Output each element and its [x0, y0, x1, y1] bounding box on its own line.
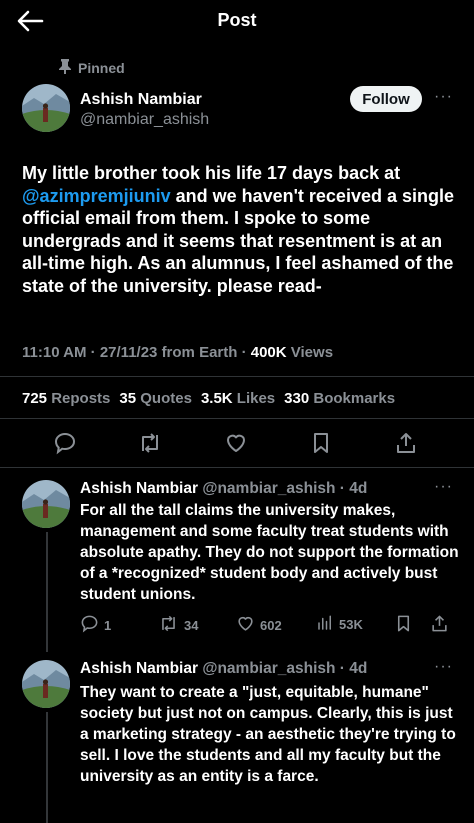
bookmark-icon[interactable]	[394, 614, 413, 633]
reply-button[interactable]: 1	[80, 614, 111, 636]
like-heart-icon	[236, 614, 255, 636]
post-action-bar	[0, 428, 474, 458]
reply-header: Ashish Nambiar @nambiar_ashish · 4d	[80, 480, 368, 497]
share-icon[interactable]	[392, 429, 420, 457]
reply-author-name[interactable]: Ashish Nambiar	[80, 660, 198, 677]
pin-icon	[58, 58, 72, 77]
repost-icon	[158, 614, 179, 636]
post-date: 27/11/23	[99, 344, 158, 361]
post-source: from Earth	[161, 344, 238, 361]
reply-count: 1	[104, 617, 112, 633]
bookmark-icon[interactable]	[307, 429, 335, 457]
reply-author-name[interactable]: Ashish Nambiar	[80, 480, 198, 497]
repost-icon[interactable]	[136, 429, 164, 457]
stat-quotes[interactable]: 35 Quotes	[119, 390, 192, 407]
more-options-icon[interactable]: ···	[434, 478, 453, 496]
stat-reposts[interactable]: 725 Reposts	[22, 390, 110, 407]
reply-author-handle[interactable]: @nambiar_ashish	[202, 660, 335, 677]
views-bar-chart-icon	[316, 614, 334, 635]
stat-bookmarks[interactable]: 330 Bookmarks	[284, 390, 395, 407]
post-meta: 11:10 AM · 27/11/23 from Earth · 400K Vi…	[22, 344, 334, 361]
more-options-icon[interactable]: ···	[434, 88, 453, 106]
reply-text: For all the tall claims the university m…	[80, 502, 459, 603]
engagement-stats: 725 Reposts 35 Quotes 3.5K Likes 330 Boo…	[22, 390, 395, 407]
reply-icon[interactable]	[51, 429, 79, 457]
thread-line	[46, 712, 48, 823]
top-bar: Post	[0, 0, 474, 44]
thread-line	[46, 532, 48, 652]
repost-count: 34	[184, 617, 199, 633]
repost-button[interactable]: 34	[158, 614, 198, 636]
views-count: 400K	[250, 344, 287, 361]
reply-age: 4d	[349, 660, 368, 677]
more-options-icon[interactable]: ···	[434, 658, 453, 676]
avatar[interactable]	[22, 660, 70, 708]
post-time: 11:10 AM	[22, 344, 87, 361]
avatar[interactable]	[22, 84, 70, 132]
like-heart-icon[interactable]	[222, 429, 250, 457]
views-label: Views	[290, 344, 334, 361]
views-button[interactable]: 53K	[316, 614, 363, 635]
divider	[0, 376, 474, 377]
post-text: My little brother took his life 17 days …	[22, 162, 462, 297]
author-name[interactable]: Ashish Nambiar	[80, 91, 202, 109]
reply-icon	[80, 614, 99, 636]
like-count: 602	[260, 617, 282, 633]
page-title: Post	[217, 10, 257, 30]
stat-likes[interactable]: 3.5K Likes	[201, 390, 275, 407]
reply-text: They want to create a "just, equitable, …	[80, 684, 456, 785]
reply-header: Ashish Nambiar @nambiar_ashish · 4d	[80, 660, 368, 677]
divider	[0, 418, 474, 419]
avatar[interactable]	[22, 480, 70, 528]
post-text-before: My little brother took his life 17 days …	[22, 163, 401, 183]
reply-age: 4d	[349, 480, 368, 497]
like-button[interactable]: 602	[236, 614, 282, 636]
follow-button[interactable]: Follow	[350, 86, 422, 112]
pinned-indicator: Pinned	[58, 58, 125, 77]
author-handle[interactable]: @nambiar_ashish	[80, 111, 209, 129]
view-count: 53K	[339, 617, 363, 632]
reply-action-bar: 1 34 602 53K	[80, 614, 460, 638]
reply-author-handle[interactable]: @nambiar_ashish	[202, 480, 335, 497]
pinned-label: Pinned	[78, 59, 125, 76]
divider	[0, 467, 474, 468]
mention-link[interactable]: @azimpremjiuniv	[22, 186, 171, 206]
share-icon[interactable]	[430, 614, 449, 633]
